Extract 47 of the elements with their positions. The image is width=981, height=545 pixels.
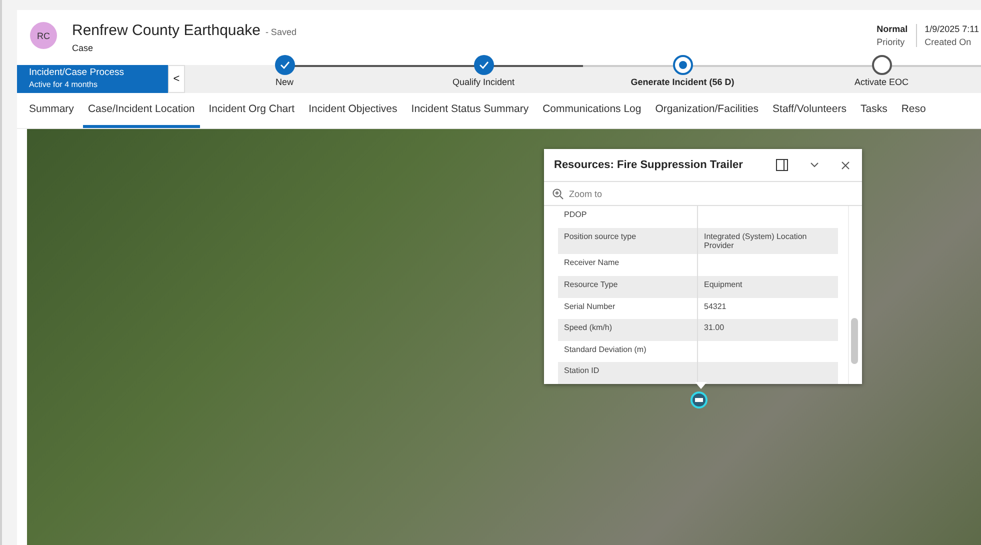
popup-title: Resources: Fire Suppression Trailer — [554, 159, 744, 171]
trailer-marker-icon[interactable] — [690, 391, 708, 409]
field-value-cell: Equipment — [698, 276, 838, 298]
close-icon[interactable] — [841, 160, 850, 170]
zoom-in-icon — [552, 188, 564, 200]
stage-circle-icon[interactable] — [872, 55, 892, 75]
field-name-cell: Position source type — [558, 228, 698, 254]
tab[interactable]: Organization/Facilities — [650, 93, 764, 128]
collapse-button[interactable]: < — [168, 65, 185, 93]
chevron-down-icon[interactable] — [810, 162, 819, 168]
stage-label[interactable]: Generate Incident (56 D) — [630, 77, 734, 87]
tab[interactable]: Incident Org Chart — [204, 93, 300, 128]
field-value-cell: 54321 — [698, 298, 838, 320]
field-value: Normal — [876, 24, 908, 34]
tab[interactable]: Reso — [896, 93, 931, 128]
satellite-map[interactable] — [27, 129, 981, 545]
process-name: Incident/Case Process — [29, 67, 126, 78]
dock-icon[interactable] — [776, 159, 788, 171]
record-title: Renfrew County Earthquake — [72, 22, 260, 39]
field-name-cell: Station ID — [558, 362, 698, 384]
tab[interactable]: Incident Objectives — [304, 93, 402, 128]
avatar: RC — [30, 22, 57, 49]
popup-pointer — [695, 382, 707, 389]
stage-label[interactable]: Activate EOC — [854, 77, 909, 87]
process-duration: Active for 4 months — [29, 80, 98, 89]
check-icon[interactable] — [274, 55, 294, 75]
check-icon[interactable] — [474, 55, 494, 75]
tab[interactable]: Staff/Volunteers — [768, 93, 852, 128]
field-name-cell: Resource Type — [558, 276, 698, 298]
process-panel[interactable]: Incident/Case Process Active for 4 months — [17, 65, 168, 93]
tab[interactable]: Incident Status Summary — [406, 93, 534, 128]
field-label: Created On — [924, 37, 972, 47]
stage-circle-icon[interactable] — [672, 55, 692, 75]
save-status: - Saved — [265, 27, 296, 37]
tab[interactable]: Summary — [24, 93, 79, 128]
stage-label[interactable]: Qualify Incident — [452, 77, 515, 87]
field-value: 1/9/2025 7:11 — [924, 24, 979, 34]
field-value-cell: Integrated (System) Location Provider — [698, 228, 838, 254]
field-name-cell: Speed (km/h) — [558, 319, 698, 341]
stage-label[interactable]: New — [275, 77, 294, 87]
tab[interactable]: Tasks — [855, 93, 892, 128]
entity-type: Case — [72, 43, 94, 53]
scrollbar[interactable] — [848, 206, 859, 384]
field-value-cell: 31.00 — [698, 319, 838, 341]
field-label: Priority — [876, 37, 906, 47]
zoom-to-button[interactable]: Zoom to — [544, 182, 862, 206]
tab[interactable]: Communications Log — [538, 93, 646, 128]
